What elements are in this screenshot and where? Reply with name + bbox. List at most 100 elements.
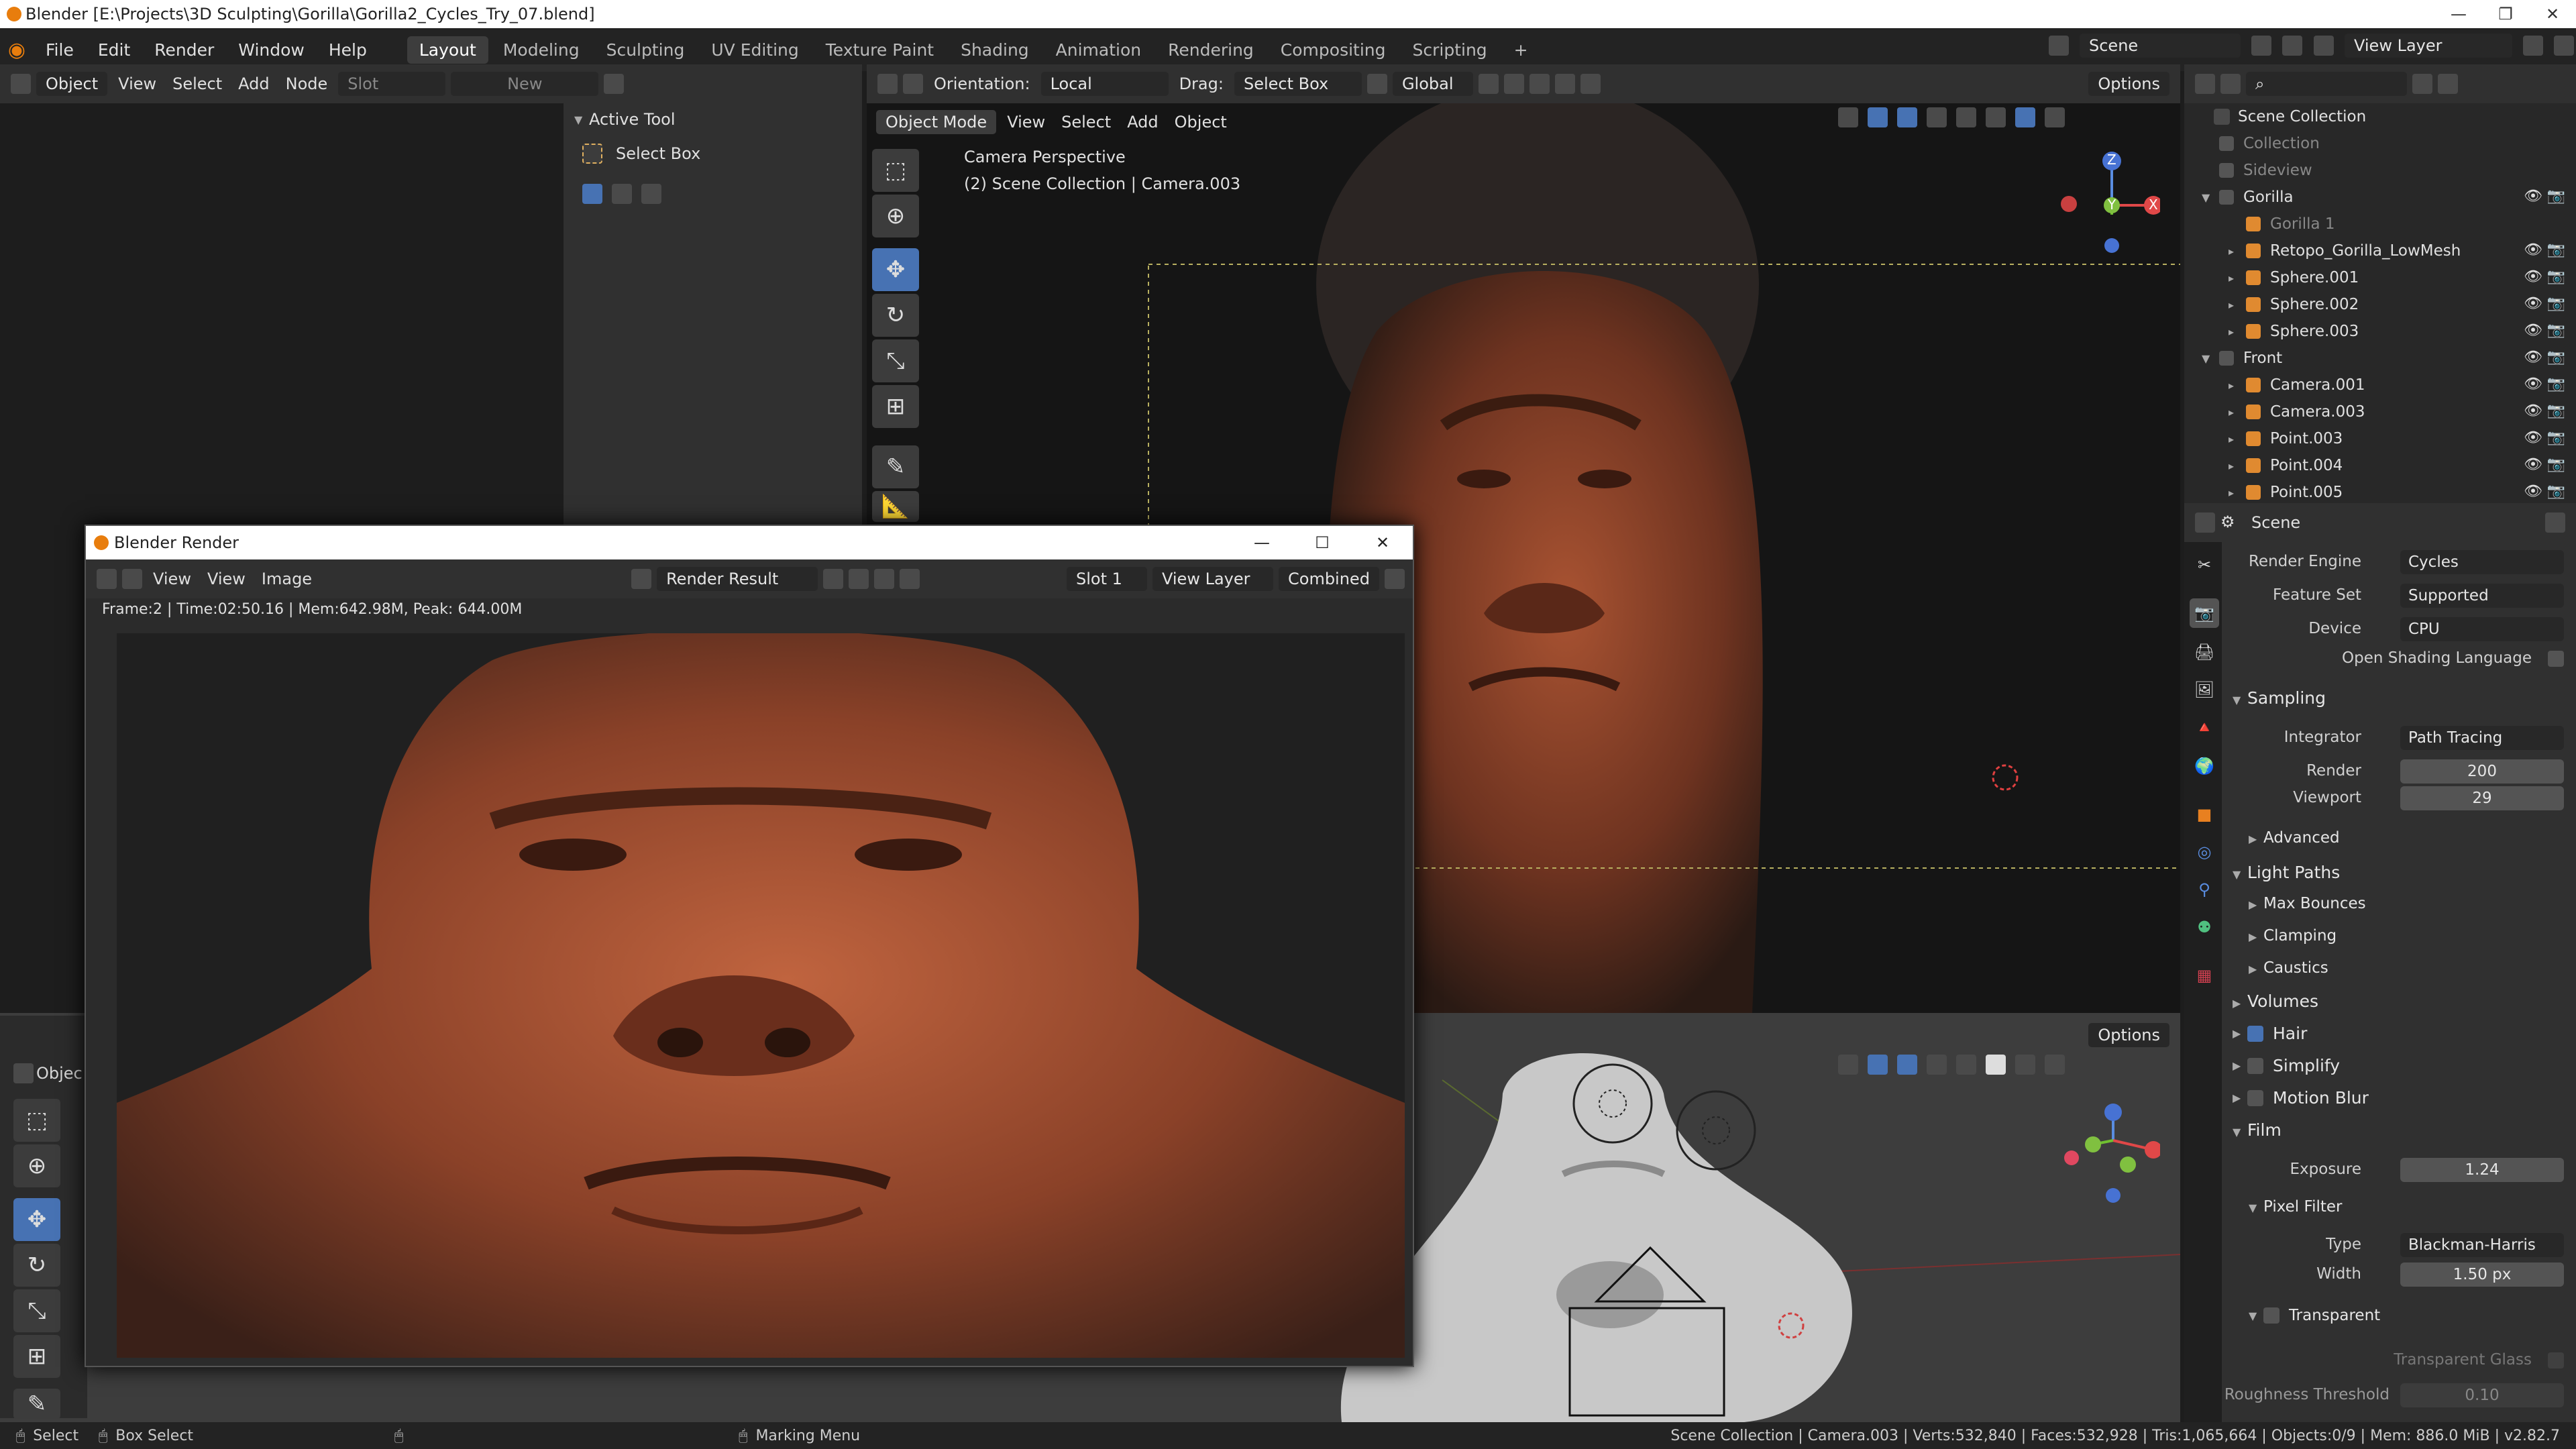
overlay-toggle-icon[interactable] — [1897, 107, 1917, 127]
bottom-gizmo-icon[interactable] — [1868, 1055, 1888, 1075]
integrator-dropdown[interactable]: Path Tracing — [2400, 726, 2564, 750]
expand-arrow-icon[interactable]: ▸ — [2229, 299, 2243, 311]
bottom-options-button[interactable]: Options — [2088, 1023, 2169, 1047]
image-menu-image[interactable]: Image — [262, 570, 312, 588]
texture-tab-icon[interactable]: ▦ — [2190, 961, 2219, 990]
data-tab-icon[interactable]: ⚉ — [2190, 912, 2219, 942]
pivot-icon[interactable] — [1478, 74, 1499, 94]
render-visibility-icon[interactable]: 📷 — [2547, 483, 2565, 500]
tab-compositing[interactable]: Compositing — [1269, 36, 1398, 64]
delete-view-layer-icon[interactable] — [2554, 36, 2574, 56]
transparent-subsection[interactable]: ▼ Transparent — [2249, 1307, 2380, 1324]
outliner-item[interactable]: Sideview — [2202, 157, 2312, 184]
tab-animation[interactable]: Animation — [1044, 36, 1153, 64]
outliner-display-mode-icon[interactable] — [2220, 74, 2241, 94]
object-tab-icon[interactable]: ■ — [2190, 800, 2219, 829]
render-minimize-icon[interactable]: — — [1232, 533, 1292, 552]
node-menu-node[interactable]: Node — [286, 74, 328, 93]
transform-tool-button[interactable]: ⊞ — [872, 385, 919, 428]
bottom-select-tool-button[interactable]: ⬚ — [13, 1099, 60, 1142]
render-visibility-icon[interactable]: 📷 — [2547, 456, 2565, 473]
bottom-mode-button[interactable]: Objec — [11, 1063, 83, 1083]
expand-arrow-icon[interactable]: ▸ — [2229, 486, 2243, 499]
exposure-field[interactable]: 1.24 — [2400, 1158, 2564, 1182]
eye-icon[interactable]: 👁 — [2524, 295, 2542, 312]
delete-scene-icon[interactable] — [2282, 36, 2302, 56]
expand-arrow-icon[interactable]: ▸ — [2229, 379, 2243, 392]
film-section[interactable]: ▼ Film — [2233, 1120, 2282, 1140]
bottom-overlay-icon[interactable] — [1897, 1055, 1917, 1075]
close-icon[interactable]: ✕ — [2529, 0, 2576, 28]
eye-icon[interactable]: 👁 — [2524, 429, 2542, 446]
filter-width-field[interactable]: 1.50 px — [2400, 1263, 2564, 1287]
simplify-section[interactable]: ▶ Simplify — [2233, 1056, 2340, 1075]
sampling-section[interactable]: ▼ Sampling — [2233, 688, 2326, 708]
motion-blur-checkbox[interactable] — [2247, 1089, 2263, 1106]
node-object-mode-dropdown[interactable]: Object — [36, 72, 108, 96]
outliner-item[interactable]: ▸ Camera.001 — [2229, 372, 2365, 398]
simplify-checkbox[interactable] — [2247, 1057, 2263, 1074]
bottom-solid-icon[interactable] — [1986, 1055, 2006, 1075]
viewport-menu-object[interactable]: Object — [1175, 113, 1227, 131]
node-editor-canvas[interactable] — [0, 103, 564, 526]
tab-rendering[interactable]: Rendering — [1156, 36, 1266, 64]
bottom-transform-tool-button[interactable]: ⊞ — [13, 1335, 60, 1378]
render-visibility-icon[interactable]: 📷 — [2547, 376, 2565, 392]
annotate-tool-button[interactable]: ✎ — [872, 445, 919, 488]
expand-arrow-icon[interactable]: ▼ — [2202, 191, 2216, 204]
tab-scripting[interactable]: Scripting — [1401, 36, 1499, 64]
scene-name-field[interactable]: Scene — [2080, 34, 2241, 58]
properties-type-icon[interactable] — [2195, 513, 2215, 533]
clamping-subsection[interactable]: ▶ Clamping — [2249, 927, 2337, 945]
pin-icon[interactable] — [604, 74, 625, 94]
device-dropdown[interactable]: CPU — [2400, 617, 2564, 641]
outliner-item[interactable]: ▸ Point.005 — [2229, 479, 2343, 503]
select-tool-button[interactable]: ⬚ — [872, 149, 919, 192]
view-layer-field[interactable]: View Layer — [2345, 34, 2512, 58]
hair-checkbox[interactable] — [2247, 1025, 2263, 1042]
render-pass-dropdown[interactable]: Combined — [1279, 567, 1379, 591]
render-close-icon[interactable]: ✕ — [1352, 533, 1413, 552]
falloff-icon[interactable] — [1580, 74, 1601, 94]
expand-arrow-icon[interactable]: ▼ — [2202, 352, 2216, 365]
display-channels-icon[interactable] — [1385, 569, 1405, 589]
caustics-subsection[interactable]: ▶ Caustics — [2249, 959, 2328, 977]
eye-icon[interactable]: 👁 — [2524, 402, 2542, 419]
scene-tab-icon[interactable]: 🔺 — [2190, 712, 2219, 742]
wireframe-shading-icon[interactable] — [1956, 107, 1976, 127]
light-paths-section[interactable]: ▼ Light Paths — [2233, 863, 2340, 882]
minimize-icon[interactable]: — — [2435, 0, 2482, 28]
expand-arrow-icon[interactable]: ▸ — [2229, 433, 2243, 445]
feature-set-dropdown[interactable]: Supported — [2400, 584, 2564, 608]
render-maximize-icon[interactable]: ☐ — [1292, 533, 1352, 552]
tab-modeling[interactable]: Modeling — [491, 36, 592, 64]
viewport-options-button[interactable]: Options — [2088, 72, 2169, 96]
mode-subtract-icon[interactable] — [641, 184, 661, 204]
render-visibility-icon[interactable]: 📷 — [2547, 295, 2565, 312]
render-layer-dropdown[interactable]: View Layer — [1152, 567, 1273, 591]
outliner-item[interactable]: ▸ Camera.003 — [2229, 398, 2365, 425]
tool-tab-icon[interactable]: ✂ — [2190, 550, 2219, 580]
render-slot-dropdown[interactable]: Slot 1 — [1067, 567, 1147, 591]
viewport-menu-view[interactable]: View — [1007, 113, 1045, 131]
mode-new-icon[interactable] — [582, 184, 602, 204]
node-menu-select[interactable]: Select — [172, 74, 222, 93]
bottom-visibility-icon[interactable] — [1838, 1055, 1858, 1075]
rendered-shading-icon[interactable] — [2045, 107, 2065, 127]
new-scene-icon[interactable] — [2251, 36, 2271, 56]
render-samples-field[interactable]: 200 — [2400, 759, 2564, 784]
physics-tab-icon[interactable]: ◎ — [2190, 837, 2219, 867]
image-editor-type-icon[interactable] — [97, 569, 117, 589]
fake-user-icon[interactable] — [823, 569, 844, 589]
bottom-xray-icon[interactable] — [1927, 1055, 1947, 1075]
outliner-item[interactable]: ▸ Sphere.001 — [2229, 264, 2359, 291]
bottom-navigation-gizmo[interactable] — [2053, 1100, 2162, 1208]
volumes-section[interactable]: ▶ Volumes — [2233, 991, 2318, 1011]
render-visibility-icon[interactable]: 📷 — [2547, 241, 2565, 258]
eye-icon[interactable]: 👁 — [2524, 188, 2542, 205]
eye-icon[interactable]: 👁 — [2524, 483, 2542, 500]
cursor-tool-button[interactable]: ⊕ — [872, 195, 919, 237]
bottom-scale-tool-button[interactable]: ⤡ — [13, 1289, 60, 1332]
outliner-item[interactable]: ▸ Point.004 — [2229, 452, 2343, 479]
slot-dropdown[interactable]: Slot — [338, 72, 446, 96]
